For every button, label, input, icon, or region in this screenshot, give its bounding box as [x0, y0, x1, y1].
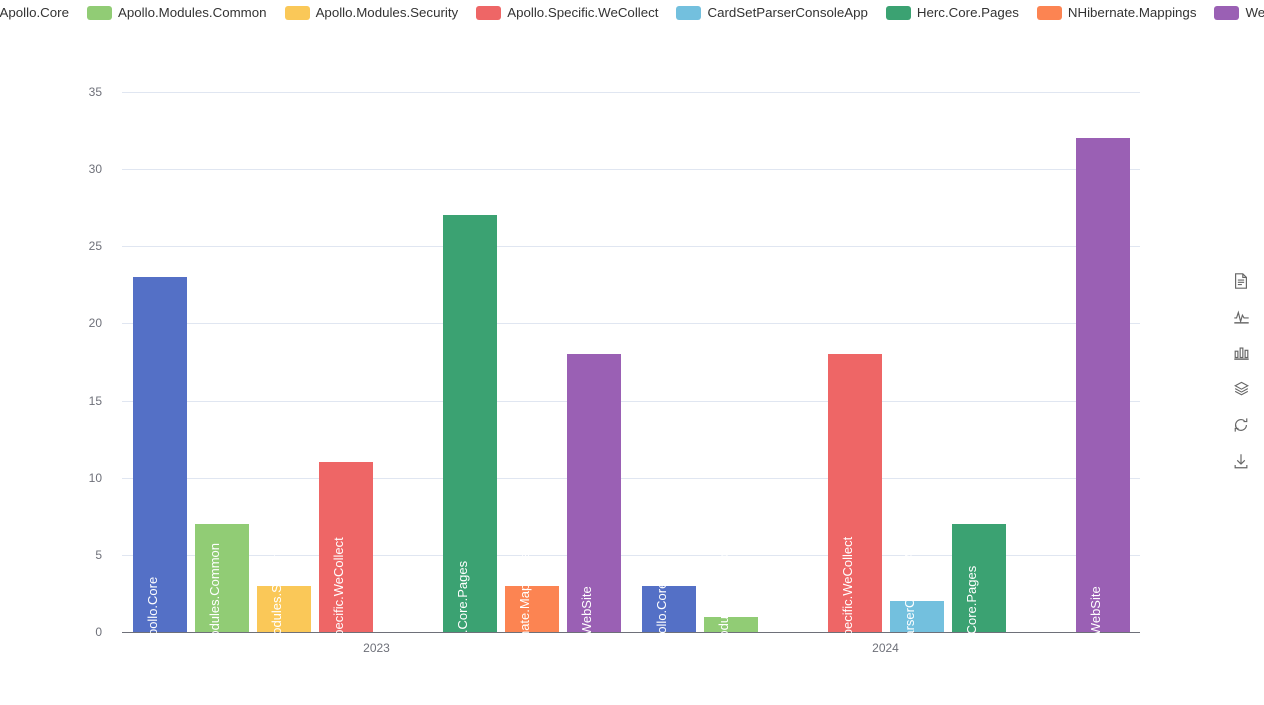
chart-legend: Apollo.Core Apollo.Modules.Common Apollo.M… [0, 0, 1264, 26]
y-axis-tick-label: 20 [88, 316, 102, 331]
x-axis-tick-label: 2023 [363, 641, 390, 655]
x-axis-tick-label: 2024 [872, 641, 899, 655]
bar-value-label: 18WebSite [575, 586, 595, 662]
legend-item-apollo-specific-wecollect[interactable]: Apollo.Specific.WeCollect [476, 6, 658, 20]
legend-swatch-icon [87, 6, 112, 20]
legend-item-label: CardSetParserConsoleApp [707, 5, 868, 20]
legend-item-apollo-modules-security[interactable]: Apollo.Modules.Security [284, 5, 459, 20]
bar[interactable]: 11Apollo.Specific.WeCollect [318, 462, 373, 705]
legend-item-apollo-modules-common[interactable]: Apollo.Modules.Common [87, 6, 267, 20]
bar-value-label: 3Apollo.Modules.Security [265, 545, 285, 703]
bar[interactable]: 23Apollo.Core [132, 277, 187, 671]
bar-value-label: 18Apollo.Specific.WeCollect [836, 536, 856, 705]
legend-item-label: NHibernate.Mappings [1067, 5, 1197, 20]
y-axis-tick-label: 25 [88, 239, 102, 254]
bar-value-label: 27Herc.Core.Pages [451, 560, 471, 688]
gridline [122, 323, 1140, 325]
legend-swatch-icon [885, 6, 911, 20]
plot-area: 0 5 10 15 20 25 30 35 23Apollo.Core 7Apollo.Modu… [89, 59, 1140, 705]
legend-item-label: WebSite [1245, 5, 1264, 20]
legend-swatch-icon [1214, 6, 1240, 20]
legend-item-cardsetparserconsoleapp[interactable]: CardSetParserConsoleApp [676, 5, 868, 20]
bar-value-label: 11Apollo.Specific.WeCollect [327, 537, 347, 705]
gridline [122, 477, 1140, 479]
bar-value-label: 32WebSite [1084, 586, 1104, 662]
legend-item-label: Apollo.Core [0, 5, 69, 20]
y-axis-tick-label: 0 [95, 625, 102, 639]
legend-item-herc-core-pages[interactable]: Herc.Core.Pages [885, 5, 1019, 20]
bar-value-label: 3NHibernate.Mappings [513, 552, 533, 696]
bar[interactable]: 32WebSite [1075, 138, 1130, 662]
bar[interactable]: 3Apollo.Core [641, 582, 696, 666]
y-axis-tick-label: 10 [88, 470, 102, 485]
legend-item-apollo-core[interactable]: Apollo.Core [0, 6, 69, 20]
bar[interactable]: 3NHibernate.Mappings [504, 553, 559, 695]
chart-toolbox [1224, 270, 1258, 472]
y-axis-tick-label: 30 [88, 162, 102, 177]
gridline [122, 246, 1140, 248]
x-axis-line [122, 632, 1140, 633]
bar[interactable]: 2CardSetParserConsoleApp [889, 537, 944, 705]
gridline [122, 169, 1140, 171]
y-axis-tick-label: 35 [88, 85, 102, 99]
bar-value-label: 3Apollo.Core [650, 581, 670, 667]
bar[interactable]: 3Apollo.Modules.Security [256, 546, 311, 702]
legend-item-label: Herc.Core.Pages [916, 5, 1019, 20]
legend-swatch-icon [284, 6, 310, 20]
gridline [122, 400, 1140, 402]
data-view-icon[interactable] [1230, 270, 1252, 292]
bar[interactable]: 7Apollo.Modules.Common [194, 524, 249, 705]
y-axis-tick-label: 5 [95, 547, 102, 562]
legend-item-label: Apollo.Specific.WeCollect [507, 5, 659, 20]
bar-value-label: 7Herc.Core.Pages [960, 565, 980, 683]
bar[interactable]: 18Apollo.Specific.WeCollect [827, 354, 882, 705]
y-axis-tick-label: 15 [88, 393, 102, 408]
bar-value-label: 2CardSetParserConsoleApp [899, 537, 918, 705]
legend-swatch-icon [676, 6, 702, 20]
restore-icon[interactable] [1230, 414, 1252, 436]
bar[interactable]: 7Herc.Core.Pages [951, 524, 1006, 682]
gridline [122, 92, 1140, 93]
bar-chart: Apollo.Core Apollo.Modules.Common Apollo.M… [0, 0, 1264, 705]
bar-value-label: 7Apollo.Modules.Common [203, 543, 223, 705]
bar-value-label: 1Apollo.Modules.Common [712, 543, 732, 705]
legend-item-label: Apollo.Modules.Security [315, 5, 459, 20]
legend-swatch-icon [476, 6, 502, 20]
bar-chart-icon[interactable] [1230, 342, 1252, 364]
download-icon[interactable] [1230, 450, 1252, 472]
legend-item-nhibernate-mappings[interactable]: NHibernate.Mappings [1036, 5, 1197, 20]
legend-item-label: Apollo.Modules.Common [118, 5, 267, 20]
legend-item-website[interactable]: WebSite [1214, 6, 1264, 20]
bar[interactable]: 18WebSite [566, 354, 621, 662]
bar[interactable]: 1Apollo.Modules.Common [703, 543, 758, 705]
line-chart-icon[interactable] [1230, 306, 1252, 328]
legend-swatch-icon [1036, 6, 1062, 20]
stack-icon[interactable] [1230, 378, 1252, 400]
bar[interactable]: 27Herc.Core.Pages [442, 215, 497, 687]
bar-value-label: 23Apollo.Core [141, 576, 161, 672]
